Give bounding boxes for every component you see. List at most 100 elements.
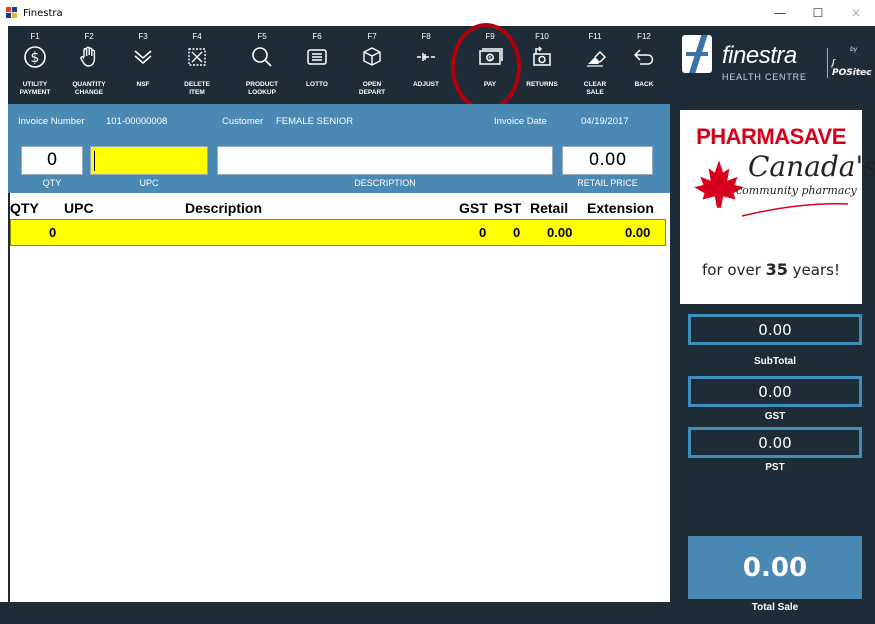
- invoice-number: 101-00000008: [106, 116, 168, 127]
- col-pst: PST: [494, 200, 522, 216]
- f1-key-label: F1: [30, 32, 40, 41]
- gst-value: 0.00: [688, 376, 862, 407]
- f7-key-label: F7: [367, 32, 377, 41]
- f5-product-lookup-button[interactable]: F5 PRODUCT LOOKUP: [235, 26, 289, 104]
- f8-adjust-button[interactable]: F8 ADJUST: [399, 26, 453, 104]
- retail-price-input[interactable]: 0.00: [562, 146, 653, 175]
- finestra-logo-icon: [682, 35, 712, 73]
- window-title: Finestra: [23, 7, 63, 19]
- f6-key-label: F6: [312, 32, 322, 41]
- description-input[interactable]: [217, 146, 553, 175]
- function-key-toolbar: F1 $ UTILITY PAYMENT F2 QUANTITY CHANGE F3…: [8, 26, 670, 104]
- pst-value: 0.00: [688, 427, 862, 458]
- upc-value: [91, 147, 207, 150]
- grid-left-border: [8, 193, 10, 602]
- partner-sub: Solutions: [850, 70, 871, 75]
- brand-logo: finestra HEALTH CENTRE by ʃ᷊ POSitec Sol…: [670, 26, 875, 104]
- logo-divider: [827, 48, 828, 78]
- invoice-header: Invoice Number 101-00000008 Customer FEM…: [8, 104, 670, 193]
- f10-key-label: F10: [535, 32, 549, 41]
- back-arrow-icon: [617, 42, 671, 72]
- f2-key-label: F2: [84, 32, 94, 41]
- col-retail: Retail: [530, 200, 569, 216]
- retail-price-field-label: RETAIL PRICE: [577, 178, 638, 188]
- row-gst: 0: [479, 225, 487, 240]
- double-chevron-down-icon: [116, 42, 170, 72]
- status-bar: [0, 602, 670, 624]
- svg-text:$: $: [31, 50, 40, 66]
- f4-label: DELETE ITEM: [184, 81, 210, 96]
- magnifier-icon: [235, 42, 289, 72]
- customer-label: Customer: [222, 116, 264, 127]
- maximize-button[interactable]: ☐: [799, 0, 837, 26]
- row-qty: 0: [49, 225, 57, 240]
- table-row[interactable]: 0 0 0 0.00 0.00: [10, 219, 666, 246]
- f8-key-label: F8: [421, 32, 431, 41]
- customer-name: FEMALE SENIOR: [276, 116, 354, 127]
- text-cursor: [94, 151, 95, 171]
- row-retail: 0.00: [547, 225, 573, 240]
- f8-label: ADJUST: [412, 81, 439, 88]
- delete-box-icon: [170, 42, 224, 72]
- hand-icon: [62, 42, 116, 72]
- eraser-icon: [568, 42, 622, 72]
- qty-input[interactable]: 0: [21, 146, 83, 175]
- ad-tagline: community pharmacy: [736, 184, 857, 197]
- minimize-button[interactable]: —: [761, 0, 799, 26]
- description-value: [218, 147, 552, 150]
- col-description: Description: [185, 200, 263, 216]
- partner-name: ʃ᷊ POSitec: [832, 58, 872, 78]
- ad-years: for over 35 years!: [702, 260, 840, 279]
- col-extension: Extension: [587, 200, 654, 216]
- partner-logo-icon: ʃ᷊: [832, 58, 835, 67]
- retail-price-value: 0.00: [588, 150, 627, 170]
- f12-key-label: F12: [637, 32, 651, 41]
- close-button[interactable]: ✕: [837, 0, 875, 26]
- f3-nsf-button[interactable]: F3 NSF: [116, 26, 170, 104]
- brand-name: finestra: [722, 42, 797, 69]
- f7-label: OPEN DEPART: [358, 81, 386, 96]
- brand-by: by: [850, 46, 858, 53]
- swoosh-icon: [741, 203, 849, 217]
- f10-label: RETURNS: [526, 81, 558, 88]
- subtotal-label: SubTotal: [753, 356, 797, 367]
- upc-field-label: UPC: [139, 178, 159, 188]
- subtotal-value: 0.00: [688, 314, 862, 345]
- f2-quantity-change-button[interactable]: F2 QUANTITY CHANGE: [62, 26, 116, 104]
- gst-label: GST: [764, 411, 786, 422]
- grid-header: QTY UPC Description GST PST Retail Exten…: [10, 200, 666, 218]
- box-icon: [345, 42, 399, 72]
- f7-open-depart-button[interactable]: F7 OPEN DEPART: [345, 26, 399, 104]
- pay-highlight-ring: [451, 23, 521, 111]
- f12-back-button[interactable]: F12 BACK: [617, 26, 671, 104]
- f3-label: NSF: [136, 81, 150, 88]
- f11-key-label: F11: [588, 32, 602, 41]
- app-icon: [6, 7, 18, 19]
- f3-key-label: F3: [138, 32, 148, 41]
- ad-script: Canada's: [748, 150, 875, 183]
- col-qty: QTY: [10, 200, 39, 216]
- dollar-circle-icon: $: [8, 42, 62, 72]
- returns-icon: [515, 42, 569, 72]
- col-gst: GST: [459, 200, 488, 216]
- f11-clear-sale-button[interactable]: F11 CLEAR SALE: [568, 26, 622, 104]
- f1-utility-payment-button[interactable]: F1 $ UTILITY PAYMENT: [8, 26, 62, 104]
- invoice-date-label: Invoice Date: [494, 116, 547, 127]
- total-sale-label: Total Sale: [751, 602, 799, 613]
- adjust-icon: [399, 42, 453, 72]
- f10-returns-button[interactable]: F10 RETURNS: [515, 26, 569, 104]
- f4-delete-item-button[interactable]: F4 DELETE ITEM: [170, 26, 224, 104]
- pharmasave-ad: PHARMASAVE Canada's community pharmacy f…: [680, 110, 875, 304]
- f6-label: LOTTO: [306, 81, 328, 88]
- pst-label: PST: [765, 462, 785, 473]
- upc-input[interactable]: [90, 146, 208, 175]
- f5-key-label: F5: [257, 32, 267, 41]
- f6-lotto-button[interactable]: F6 LOTTO: [290, 26, 344, 104]
- totals-panel: finestra HEALTH CENTRE by ʃ᷊ POSitec Sol…: [670, 26, 875, 624]
- window-titlebar: Finestra — ☐ ✕: [0, 0, 875, 26]
- row-extension: 0.00: [625, 225, 651, 240]
- qty-field-label: QTY: [42, 178, 62, 188]
- f5-label: PRODUCT LOOKUP: [245, 81, 279, 96]
- brand-sub: HEALTH CENTRE: [722, 72, 807, 82]
- total-sale-value: 0.00: [688, 536, 862, 599]
